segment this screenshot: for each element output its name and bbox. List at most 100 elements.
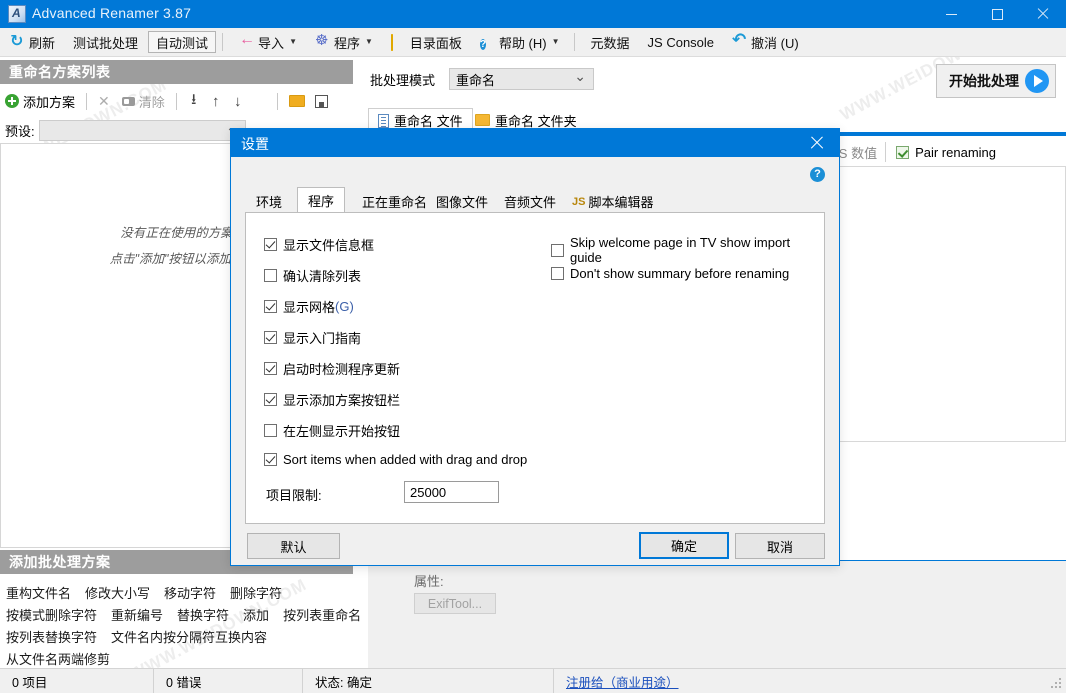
- gps-pair-row: GPS 数值 Pair renaming: [820, 140, 996, 164]
- method-link[interactable]: 文件名内按分隔符互换内容: [111, 627, 267, 646]
- option-label: 显示网格: [283, 297, 335, 316]
- method-link[interactable]: 按模式删除字符: [6, 605, 97, 624]
- option-show-file-info-box[interactable]: 显示文件信息框: [264, 235, 374, 254]
- toolbar-auto-test[interactable]: 自动测试: [148, 31, 216, 53]
- checkbox-icon: [551, 244, 564, 257]
- tab-renaming-label: 正在重命名: [362, 192, 427, 211]
- properties-area: 属性: ExifTool...: [368, 560, 1066, 668]
- toolbar-undo[interactable]: 撤消 (U): [724, 31, 807, 53]
- option-hide-summary[interactable]: Don't show summary before renaming: [551, 266, 789, 281]
- toolbar-import-label: 导入: [258, 33, 284, 52]
- checkbox-icon: [264, 424, 277, 437]
- defaults-button[interactable]: 默认: [247, 533, 340, 559]
- tab-environment[interactable]: 环境: [245, 189, 293, 213]
- method-link[interactable]: 按列表重命名: [283, 605, 361, 624]
- program-icon: [315, 35, 330, 50]
- add-batch-row: 按列表替换字符 文件名内按分隔符互换内容: [6, 625, 353, 647]
- method-link[interactable]: 添加: [243, 605, 269, 624]
- tab-program-label: 程序: [308, 191, 334, 210]
- settings-dialog-title: 设置: [241, 134, 269, 154]
- toolbar-js-console[interactable]: JS Console: [640, 31, 722, 53]
- save-scheme-button[interactable]: [310, 90, 333, 112]
- preset-combobox[interactable]: [39, 120, 246, 141]
- option-check-updates-on-start[interactable]: 启动时检测程序更新: [264, 359, 400, 378]
- item-limit-input[interactable]: 25000: [404, 481, 499, 503]
- option-confirm-clear-list[interactable]: 确认清除列表: [264, 266, 361, 285]
- maximize-button[interactable]: [974, 0, 1020, 28]
- option-sort-items-drag-drop[interactable]: Sort items when added with drag and drop: [264, 452, 527, 467]
- toolbar-metadata-label: 元数据: [591, 33, 630, 52]
- method-link[interactable]: 按列表替换字符: [6, 627, 97, 646]
- save-icon: [315, 95, 328, 108]
- remove-scheme-button[interactable]: ✕: [93, 90, 117, 112]
- tab-audio-files[interactable]: 音频文件: [493, 189, 567, 213]
- add-scheme-button[interactable]: 添加方案: [0, 90, 80, 112]
- move-to-top-button[interactable]: ⭳: [183, 89, 205, 114]
- help-icon: ?: [480, 39, 486, 50]
- method-link[interactable]: 重构文件名: [6, 583, 71, 602]
- chevron-down-icon: ▼: [365, 38, 373, 46]
- move-to-bottom-button[interactable]: ⭴: [249, 93, 271, 110]
- method-link[interactable]: 移动字符: [164, 583, 216, 602]
- tab-program[interactable]: 程序: [297, 187, 345, 213]
- toolbar-directory-panel[interactable]: 目录面板: [383, 31, 470, 53]
- chevron-down-icon: ▼: [289, 38, 297, 46]
- toolbar-undo-label: 撤消 (U): [751, 33, 799, 52]
- option-skip-welcome-page[interactable]: Skip welcome page in TV show import guid…: [551, 235, 824, 265]
- toolbar-import[interactable]: 导入 ▼: [231, 31, 305, 53]
- tab-script-editor[interactable]: JS 脚本编辑器: [561, 189, 664, 213]
- toolbar-auto-test-label: 自动测试: [156, 33, 208, 52]
- toolbar-program[interactable]: 程序 ▼: [307, 31, 381, 53]
- settings-help-icon[interactable]: ?: [810, 167, 825, 182]
- clear-scheme-button[interactable]: 清除: [117, 90, 170, 112]
- ok-button[interactable]: 确定: [639, 532, 729, 559]
- method-link[interactable]: 重新编号: [111, 605, 163, 624]
- close-icon: [810, 136, 824, 150]
- toolbar-refresh[interactable]: 刷新: [2, 31, 63, 53]
- batch-mode-select[interactable]: 重命名 ⌄: [449, 68, 594, 90]
- resize-grip[interactable]: [1051, 678, 1063, 690]
- app-logo-icon: [8, 5, 26, 23]
- scheme-toolbar-separator: [277, 93, 278, 110]
- play-icon: [1025, 69, 1049, 93]
- ok-button-label: 确定: [671, 536, 697, 555]
- option-label: 在左侧显示开始按钮: [283, 421, 400, 440]
- minimize-button[interactable]: [928, 0, 974, 28]
- checkbox-icon: [264, 238, 277, 251]
- toolbar-js-console-label: JS Console: [648, 35, 714, 50]
- js-badge: JS: [572, 196, 585, 208]
- move-up-button[interactable]: ↑: [205, 93, 227, 110]
- import-icon: [239, 35, 254, 50]
- batch-mode-value: 重命名: [456, 70, 495, 89]
- option-show-add-method-bar[interactable]: 显示添加方案按钮栏: [264, 390, 400, 409]
- register-link[interactable]: 注册给（商业用途）: [554, 672, 679, 691]
- close-button[interactable]: [1020, 0, 1066, 28]
- pair-renaming-checkbox[interactable]: Pair renaming: [885, 142, 996, 162]
- clear-icon: [122, 97, 135, 106]
- option-show-getting-started[interactable]: 显示入门指南: [264, 328, 361, 347]
- document-icon: [378, 114, 389, 128]
- tab-environment-label: 环境: [256, 192, 282, 211]
- method-link[interactable]: 替换字符: [177, 605, 229, 624]
- method-link[interactable]: 从文件名两端修剪: [6, 649, 110, 668]
- exiftool-button[interactable]: ExifTool...: [414, 593, 496, 614]
- toolbar-test-batch[interactable]: 测试批处理: [65, 31, 146, 53]
- method-link[interactable]: 修改大小写: [85, 583, 150, 602]
- preset-value: [40, 121, 45, 136]
- settings-dialog-close-button[interactable]: [795, 129, 839, 157]
- scheme-toolbar: 添加方案 ✕ 清除 ⭳ ↑ ↓ ⭴: [0, 88, 353, 114]
- open-scheme-button[interactable]: [284, 90, 310, 112]
- checkbox-icon: [551, 267, 564, 280]
- tab-image-files[interactable]: 图像文件: [425, 189, 499, 213]
- toolbar-help[interactable]: ? 帮助 (H) ▼: [472, 31, 568, 53]
- option-show-grid[interactable]: 显示网格 (G): [264, 297, 354, 316]
- move-down-button[interactable]: ↓: [227, 93, 249, 110]
- metadata-side-panel[interactable]: [832, 166, 1066, 442]
- start-batch-button[interactable]: 开始批处理: [936, 64, 1056, 98]
- cancel-button[interactable]: 取消: [735, 533, 825, 559]
- toolbar-metadata[interactable]: 元数据: [583, 31, 638, 53]
- option-show-start-button-left[interactable]: 在左侧显示开始按钮: [264, 421, 400, 440]
- properties-label: 属性:: [414, 571, 444, 590]
- method-link[interactable]: 删除字符: [230, 583, 282, 602]
- item-limit-label: 项目限制:: [266, 485, 322, 504]
